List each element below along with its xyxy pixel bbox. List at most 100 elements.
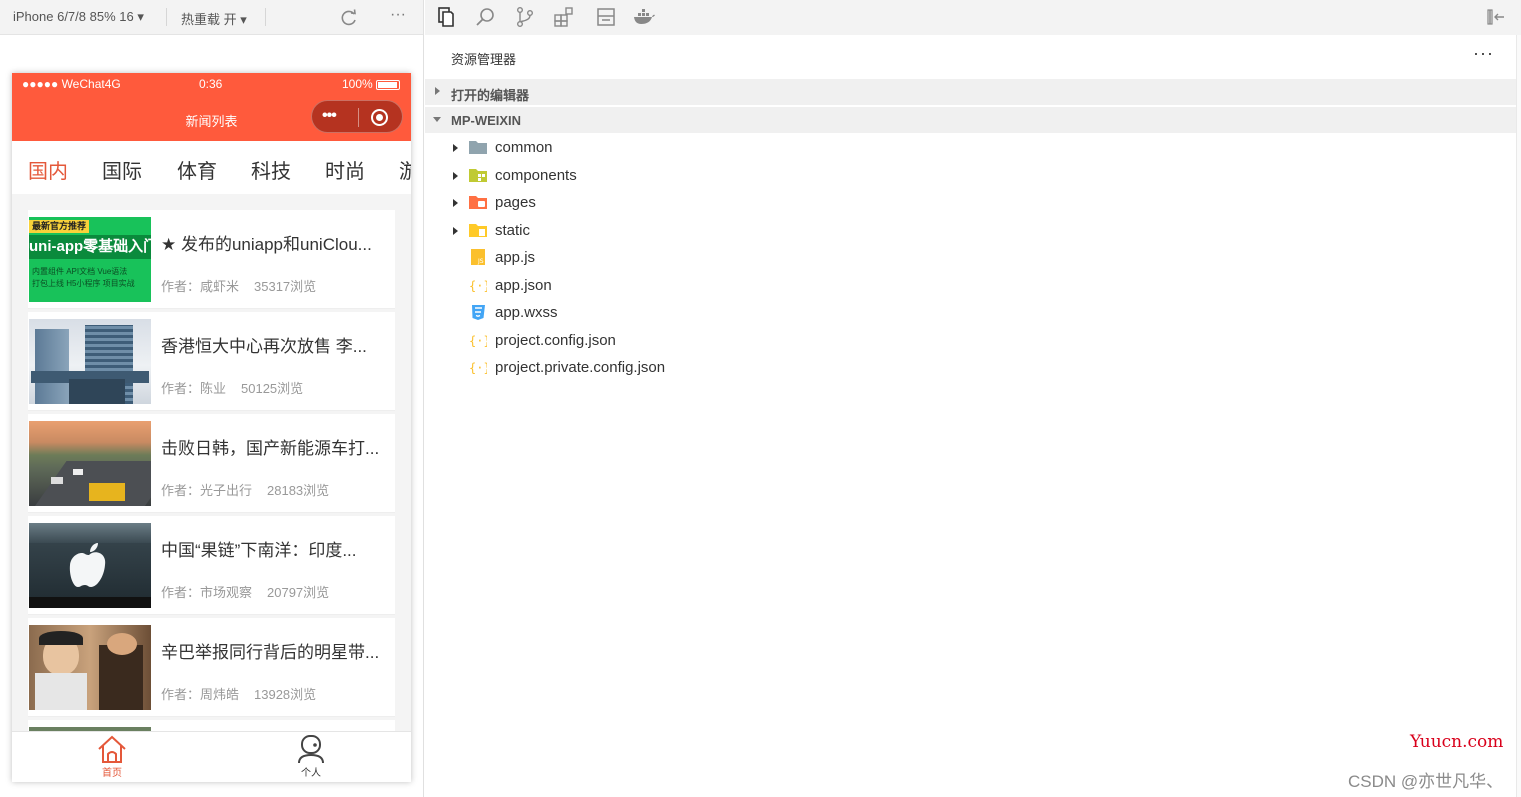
folder-components-icon: [469, 169, 487, 182]
chevron-right-icon: [453, 227, 458, 235]
hot-reload-toggle[interactable]: 热重载 开 ▾: [181, 9, 247, 28]
tree-item-app-js[interactable]: JS app.js: [425, 244, 1516, 271]
news-thumbnail: 最新官方推荐 uni-app零基础入门 内置组件 API文档 Vue语法 打包上…: [29, 217, 151, 302]
news-author: 作者：光子出行: [161, 483, 253, 498]
tabbar-home-label: 首页: [102, 768, 122, 779]
tree-item-label: components: [495, 167, 577, 184]
panel-icon[interactable]: [595, 6, 617, 28]
tree-item-label: pages: [495, 194, 536, 211]
docker-icon[interactable]: [633, 6, 655, 28]
toolbar-divider: [166, 8, 167, 26]
news-thumbnail: [29, 625, 151, 710]
tree-item-app-wxss[interactable]: app.wxss: [425, 299, 1516, 326]
tree-item-label: app.wxss: [495, 304, 558, 321]
open-editors-section[interactable]: 打开的编辑器: [425, 79, 1516, 105]
news-item[interactable]: 辛巴举报同行背后的明星带... 作者：周炜皓 13928浏览: [28, 618, 395, 717]
news-thumbnail: [29, 319, 151, 404]
news-meta: 作者：陈业 50125浏览: [161, 378, 303, 397]
collapse-panel-icon[interactable]: [1486, 6, 1508, 28]
search-icon[interactable]: [475, 6, 497, 28]
news-views: 13928浏览: [254, 687, 317, 702]
js-file-icon: JS: [471, 249, 485, 265]
svg-text:JS: JS: [477, 258, 484, 265]
css-file-icon: [472, 305, 485, 320]
tab-domestic[interactable]: 国内: [28, 155, 68, 184]
explorer-pane: 资源管理器 ··· 打开的编辑器 MP-WEIXIN common compon…: [425, 0, 1521, 797]
carrier-text: ●●●●● WeChat4G: [22, 77, 121, 91]
device-select[interactable]: iPhone 6/7/8 85% 16 ▾: [13, 9, 144, 25]
clock-text: 0:36: [199, 77, 223, 91]
capsule-menu: •••: [311, 100, 403, 133]
simulator-pane: iPhone 6/7/8 85% 16 ▾ 热重载 开 ▾ ··· ●●●●● …: [0, 0, 424, 797]
thumb-badge: 最新官方推荐: [29, 220, 90, 233]
news-meta: 作者：周炜皓 13928浏览: [161, 684, 316, 703]
folder-static-icon: [469, 224, 487, 237]
thumb-headline: uni-app零基础入门: [29, 235, 151, 259]
news-list: 最新官方推荐 uni-app零基础入门 内置组件 API文档 Vue语法 打包上…: [12, 194, 411, 740]
svg-text:{·}: {·}: [469, 334, 487, 348]
project-section[interactable]: MP-WEIXIN: [425, 107, 1516, 133]
capsule-more-button[interactable]: •••: [322, 108, 337, 124]
tree-item-project-private-config[interactable]: {·} project.private.config.json: [425, 354, 1516, 381]
json-file-icon: {·}: [469, 361, 487, 375]
capsule-divider: [358, 108, 359, 127]
thumb-caption: 打包上线 H5小程序 项目实战: [32, 279, 135, 288]
chevron-right-icon: [435, 87, 440, 95]
news-author: 作者：周炜皓: [161, 687, 240, 702]
record-icon[interactable]: [371, 109, 388, 126]
chevron-down-icon: [433, 117, 441, 122]
tabbar-profile-label: 个人: [301, 768, 321, 779]
news-thumbnail: [29, 523, 151, 608]
chevron-right-icon: [453, 172, 458, 180]
tab-tech[interactable]: 科技: [251, 155, 291, 184]
tabbar-profile[interactable]: 个人: [281, 734, 341, 779]
tree-item-pages[interactable]: pages: [425, 189, 1516, 216]
extensions-icon[interactable]: [553, 6, 575, 28]
news-title: 击败日韩，国产新能源车打...: [161, 439, 380, 458]
svg-text:{·}: {·}: [469, 279, 487, 293]
thumb-caption: 内置组件 API文档 Vue语法: [32, 267, 128, 276]
explorer-header: 资源管理器 ···: [425, 35, 1516, 78]
explorer-scrollbar[interactable]: [1516, 35, 1521, 797]
tab-games[interactable]: 游: [399, 155, 411, 184]
explorer-more-button[interactable]: ···: [1473, 43, 1494, 64]
news-item[interactable]: 香港恒大中心再次放售 李... 作者：陈业 50125浏览: [28, 312, 395, 411]
open-editors-label: 打开的编辑器: [451, 88, 530, 103]
watermark-csdn: CSDN @亦世凡华、: [1348, 772, 1504, 791]
news-views: 35317浏览: [254, 279, 317, 294]
tree-item-project-config[interactable]: {·} project.config.json: [425, 327, 1516, 354]
home-icon: [98, 735, 126, 763]
refresh-icon[interactable]: [339, 8, 359, 28]
simulator-toolbar: iPhone 6/7/8 85% 16 ▾ 热重载 开 ▾ ···: [0, 0, 423, 35]
tree-item-static[interactable]: static: [425, 217, 1516, 244]
files-icon[interactable]: [435, 6, 457, 28]
activity-toolbar: [425, 0, 1521, 35]
project-label: MP-WEIXIN: [451, 113, 522, 128]
news-author: 作者：陈业: [161, 381, 227, 396]
phone-frame: ●●●●● WeChat4G 0:36 100% 新闻列表 ••• 国内 国际 …: [12, 73, 411, 782]
news-title: 香港恒大中心再次放售 李...: [161, 337, 367, 356]
news-views: 28183浏览: [267, 483, 330, 498]
category-tabs: 国内 国际 体育 科技 时尚 游: [12, 141, 411, 194]
folder-icon: [469, 141, 487, 154]
tab-fashion[interactable]: 时尚: [325, 155, 365, 184]
battery-text: 100%: [342, 77, 373, 91]
tree-item-common[interactable]: common: [425, 134, 1516, 161]
news-item[interactable]: 最新官方推荐 uni-app零基础入门 内置组件 API文档 Vue语法 打包上…: [28, 210, 395, 309]
news-meta: 作者：光子出行 28183浏览: [161, 480, 329, 499]
source-control-icon[interactable]: [514, 6, 536, 28]
svg-text:{·}: {·}: [469, 361, 487, 375]
tree-item-app-json[interactable]: {·} app.json: [425, 272, 1516, 299]
tabbar-home[interactable]: 首页: [82, 734, 142, 779]
tree-item-label: project.private.config.json: [495, 359, 666, 376]
news-views: 50125浏览: [241, 381, 304, 396]
tree-item-components[interactable]: components: [425, 162, 1516, 189]
simulator-more-button[interactable]: ···: [390, 6, 406, 24]
news-item[interactable]: 击败日韩，国产新能源车打... 作者：光子出行 28183浏览: [28, 414, 395, 513]
tab-international[interactable]: 国际: [102, 155, 142, 184]
tab-sports[interactable]: 体育: [177, 155, 217, 184]
tree-item-label: project.config.json: [495, 332, 616, 349]
navigation-bar: 新闻列表 •••: [12, 95, 411, 141]
news-item[interactable]: 中国“果链”下南洋：印度... 作者：市场观察 20797浏览: [28, 516, 395, 615]
news-meta: 作者：咸虾米 35317浏览: [161, 276, 316, 295]
